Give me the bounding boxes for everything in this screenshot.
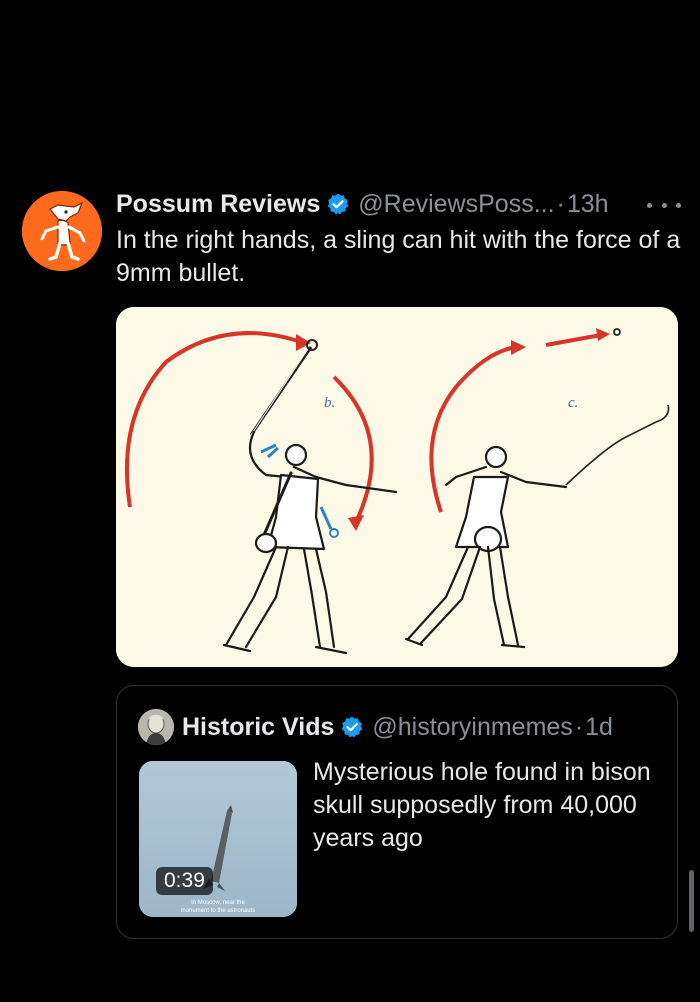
- quoted-post[interactable]: Historic Vids @historyinmemes · 1d In Mo…: [116, 685, 678, 939]
- sling-illustration: b. c.: [116, 307, 678, 667]
- separator-dot: ·: [574, 712, 584, 741]
- author-avatar[interactable]: [22, 191, 102, 271]
- verified-badge-icon: [342, 716, 363, 738]
- post-header: Possum Reviews @ReviewsPoss... · 13h: [116, 186, 686, 222]
- quote-author-name[interactable]: Historic Vids: [182, 713, 334, 742]
- video-duration-badge: 0:39: [156, 867, 213, 895]
- verified-badge-icon: [327, 193, 349, 215]
- post-time[interactable]: 13h: [567, 190, 609, 219]
- post-text: In the right hands, a sling can hit with…: [116, 226, 681, 287]
- quote-time[interactable]: 1d: [585, 713, 613, 742]
- scrollbar[interactable]: [689, 870, 694, 932]
- quote-author-handle[interactable]: @historyinmemes: [372, 713, 572, 742]
- portrait-avatar-icon: [138, 709, 174, 745]
- label-c: c.: [568, 395, 578, 411]
- author-handle[interactable]: @ReviewsPoss...: [358, 190, 554, 219]
- video-thumbnail[interactable]: In Moscow, near the monument to the astr…: [139, 761, 297, 917]
- post-image[interactable]: b. c.: [116, 307, 678, 667]
- thumbnail-caption-line1: In Moscow, near the: [191, 900, 245, 906]
- possum-avatar-icon: [22, 191, 102, 271]
- label-b: b.: [324, 395, 335, 411]
- quote-author-avatar[interactable]: [138, 709, 174, 745]
- quote-header: Historic Vids @historyinmemes · 1d: [182, 710, 613, 744]
- thumbnail-caption-line2: monument to the astronauts: [181, 908, 256, 914]
- author-name[interactable]: Possum Reviews: [116, 190, 320, 219]
- quote-text: Mysterious hole found in bison skull sup…: [313, 758, 651, 852]
- separator-dot: ·: [556, 189, 565, 218]
- more-options-icon[interactable]: [647, 198, 681, 212]
